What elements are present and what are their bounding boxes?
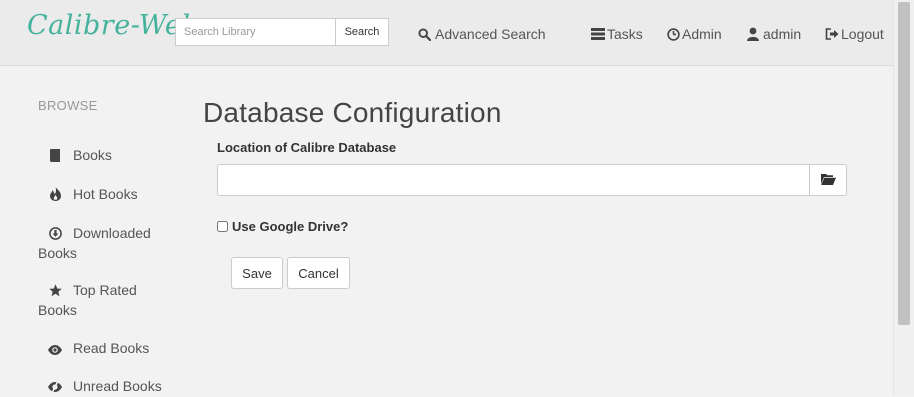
logout-label: Logout	[841, 26, 884, 42]
admin-panel-label: Admin	[682, 26, 722, 42]
cancel-button[interactable]: Cancel	[287, 257, 350, 289]
download-icon	[48, 226, 62, 244]
logout-link[interactable]: Logout	[825, 26, 884, 42]
sidebar-item-hot-books[interactable]: Hot Books	[48, 185, 138, 205]
brand-logo[interactable]: Calibre-Web	[27, 10, 199, 41]
folder-open-icon	[820, 173, 836, 188]
google-drive-label: Use Google Drive?	[232, 219, 349, 234]
sidebar-item-label: Books	[73, 147, 112, 163]
tasks-icon	[591, 28, 605, 40]
database-location-input[interactable]	[217, 164, 809, 196]
sidebar-item-label-continued: Books	[38, 245, 77, 261]
eye-closed-icon	[48, 379, 62, 397]
eye-open-icon	[48, 341, 62, 359]
book-icon	[48, 148, 62, 166]
user-label: admin	[763, 26, 802, 42]
google-drive-checkbox[interactable]	[217, 221, 228, 232]
dashboard-icon	[667, 27, 680, 41]
sidebar-item-books[interactable]: Books	[48, 146, 112, 166]
sidebar-item-read-books[interactable]: Read Books	[48, 339, 149, 359]
sidebar-item-label: Hot Books	[73, 186, 138, 202]
location-label: Location of Calibre Database	[217, 140, 397, 155]
location-field-group	[217, 164, 847, 196]
admin-panel-link[interactable]: Admin	[667, 26, 722, 42]
top-navbar: Calibre-Web Search Advanced Search Tasks…	[0, 0, 893, 66]
sidebar-item-label: Downloaded	[73, 225, 151, 241]
browse-folder-button[interactable]	[809, 164, 847, 196]
scrollbar-thumb[interactable]	[898, 2, 910, 325]
sidebar-item-label: Top Rated	[73, 282, 137, 298]
search-group: Search	[175, 18, 389, 46]
sidebar-item-top-rated-books[interactable]: Top Rated Books	[38, 281, 137, 319]
sidebar-item-label: Unread Books	[73, 378, 162, 394]
sidebar-heading: BROWSE	[38, 98, 98, 113]
search-button[interactable]: Search	[335, 18, 389, 46]
advanced-search-label: Advanced Search	[435, 26, 546, 42]
user-icon	[747, 27, 759, 41]
search-icon	[418, 27, 431, 41]
tasks-link[interactable]: Tasks	[591, 26, 643, 42]
google-drive-option[interactable]: Use Google Drive?	[217, 219, 348, 234]
advanced-search-link[interactable]: Advanced Search	[418, 26, 546, 42]
star-icon	[48, 283, 62, 301]
search-input[interactable]	[175, 18, 335, 46]
logout-icon	[825, 28, 839, 40]
vertical-scrollbar[interactable]	[893, 0, 914, 395]
fire-icon	[48, 187, 62, 205]
tasks-label: Tasks	[607, 26, 643, 42]
sidebar-item-downloaded-books[interactable]: Downloaded Books	[38, 224, 151, 262]
sidebar-item-unread-books[interactable]: Unread Books	[48, 377, 162, 397]
user-profile-link[interactable]: admin	[747, 26, 801, 42]
sidebar-item-label-continued: Books	[38, 302, 77, 318]
sidebar-item-label: Read Books	[73, 340, 150, 356]
save-button[interactable]: Save	[231, 257, 283, 289]
page-title: Database Configuration	[203, 97, 502, 128]
